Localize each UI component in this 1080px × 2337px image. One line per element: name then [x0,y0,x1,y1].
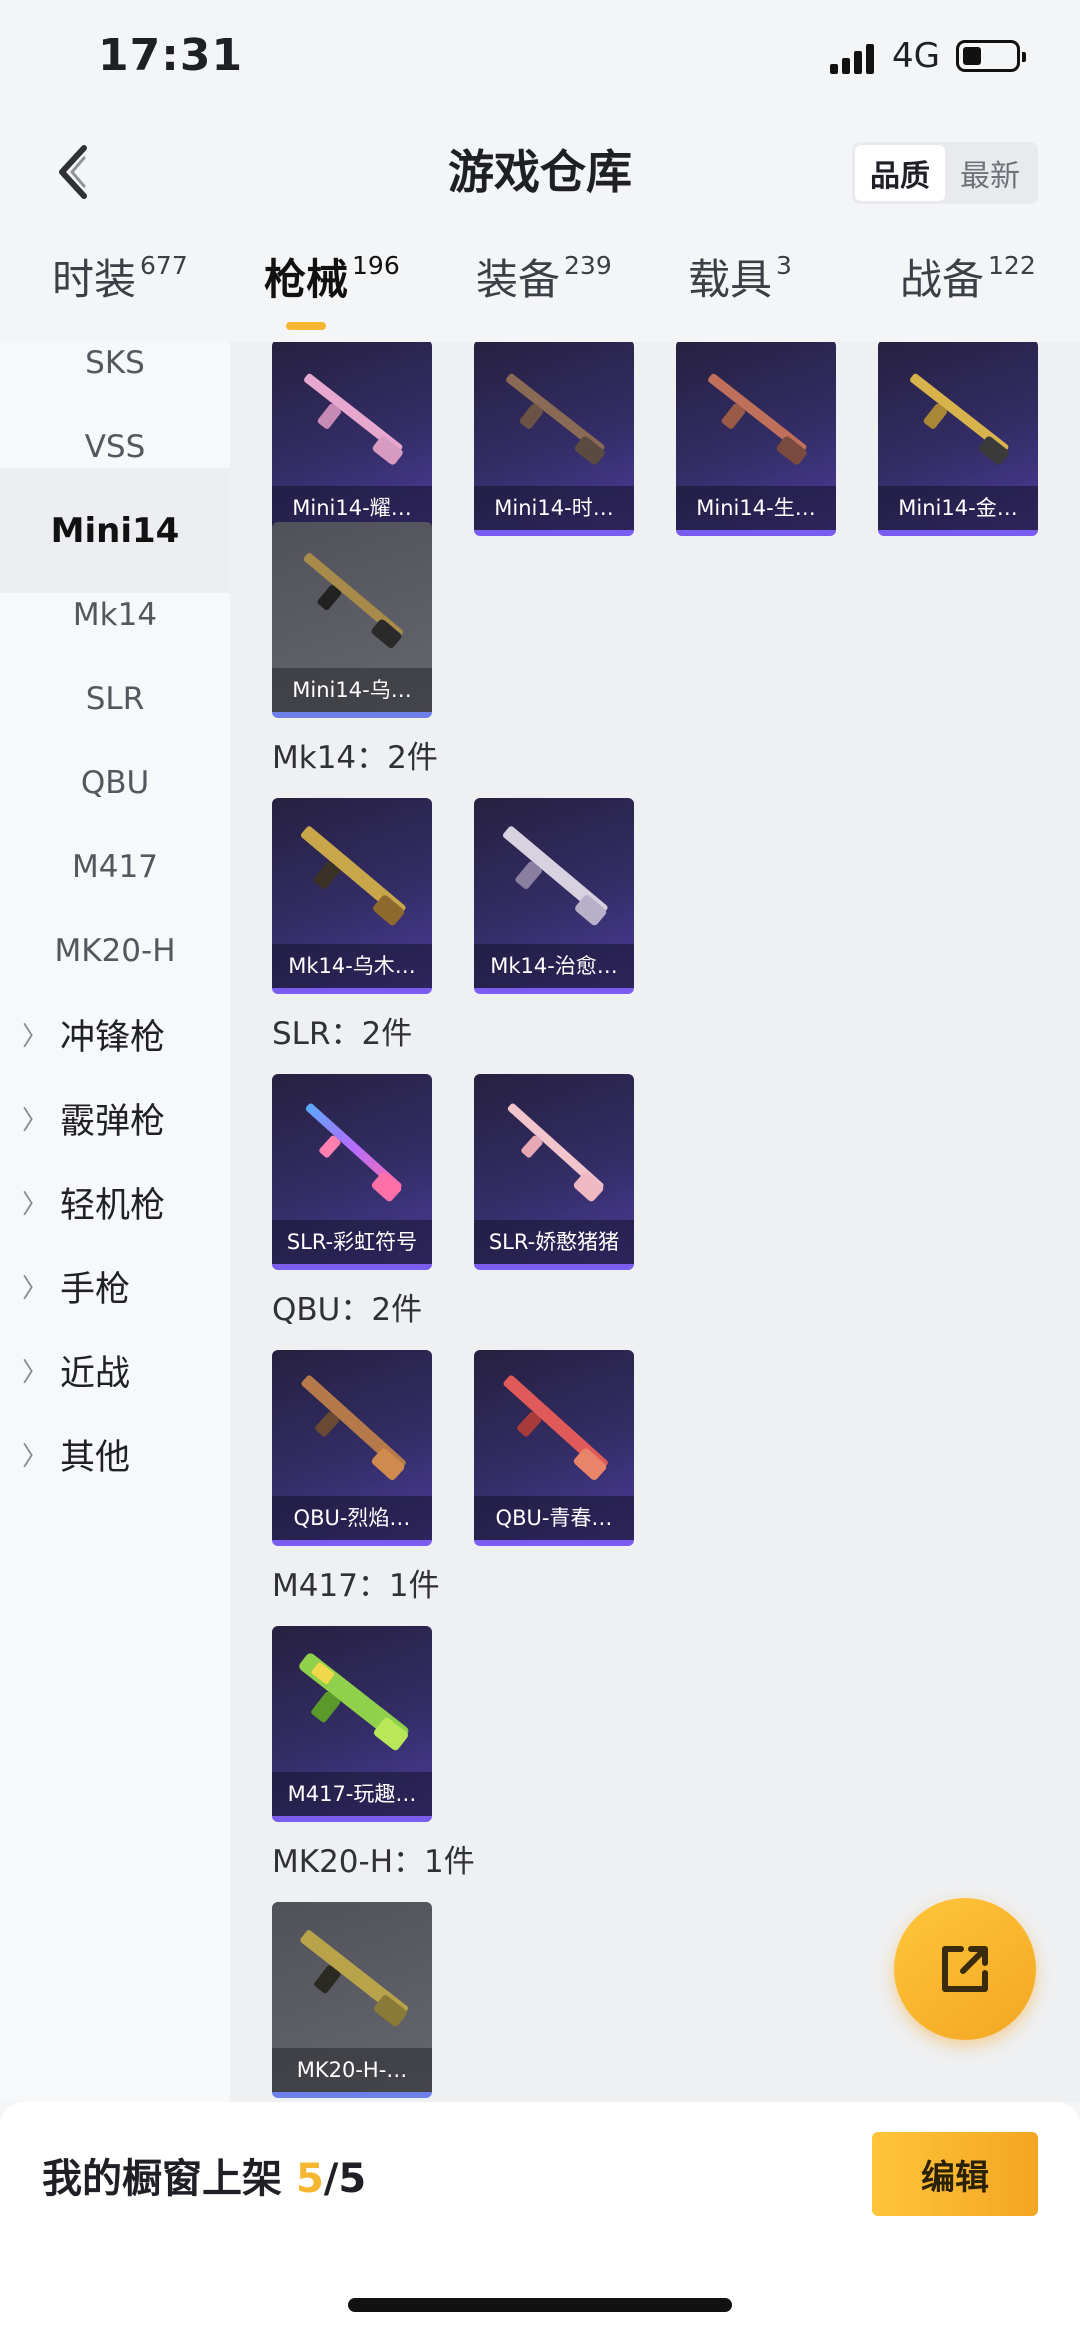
category-label: 手枪 [60,1270,131,1310]
rifle-icon [299,1653,409,1751]
chevron-right-icon: 〉 [22,1358,49,1388]
item-name: Mini14-乌… [272,668,432,712]
item-name: Mini14-时… [474,486,634,530]
tab-label: 载具 [688,255,773,304]
item-name: QBU-烈焰… [272,1496,432,1540]
chevron-right-icon: 〉 [22,1022,49,1052]
section-title: QBU：2件 [272,1292,423,1328]
item-name: Mini14-金… [878,486,1038,530]
tab-vehicles[interactable]: 载具 3 [688,250,792,310]
item-card[interactable]: Mini14-时… [474,342,634,536]
item-name: Mini14-生… [676,486,836,530]
tab-label: 装备 [476,255,561,304]
chevron-right-icon: 〉 [22,1106,49,1136]
rifle-icon [502,826,608,926]
tab-label: 时装 [52,255,137,304]
item-name: Mk14-治愈… [474,944,634,988]
item-card[interactable]: Mk14-治愈… [474,798,634,994]
tab-equipment[interactable]: 装备 239 [476,250,612,310]
sidebar: SKS VSS Mini14 Mk14 SLR QBU M417 MK20-H … [0,342,230,2102]
section-title: M417：1件 [272,1568,440,1604]
item-card[interactable]: Mini14-乌… [272,522,432,718]
chevron-right-icon: 〉 [22,1190,49,1220]
category-label: 冲锋枪 [60,1018,166,1058]
tab-supplies[interactable]: 战备 122 [900,250,1036,310]
tab-count: 239 [564,251,612,280]
item-name: Mk14-乌木… [272,944,432,988]
section-title: MK20-H：1件 [272,1844,475,1880]
home-indicator[interactable] [348,2298,732,2312]
rifle-icon [507,1103,604,1202]
shelf-current-count: 5 [295,2156,324,2202]
network-type: 4G [892,36,940,76]
category-label: 其他 [60,1438,131,1478]
item-card[interactable]: Mini14-金… [878,342,1038,536]
item-card[interactable]: M417-玩趣… [272,1626,432,1822]
active-tab-indicator [286,322,326,330]
rifle-icon [305,1103,402,1202]
item-card[interactable]: MK20-H-… [272,1902,432,2098]
sort-quality-option[interactable]: 品质 [855,145,945,201]
item-name: SLR-娇憨猪猪 [474,1220,634,1264]
rifle-icon [708,373,807,465]
item-card[interactable]: SLR-彩虹符号 [272,1074,432,1270]
shelf-total-count: /5 [323,2156,367,2202]
tab-count: 3 [776,251,792,280]
item-card[interactable]: SLR-娇憨猪猪 [474,1074,634,1270]
category-label: 霰弹枪 [60,1102,166,1142]
item-name: M417-玩趣… [272,1772,432,1816]
item-card[interactable]: Mini14-生… [676,342,836,536]
tab-count: 677 [140,251,188,280]
section-title: SLR：2件 [272,1016,413,1052]
rifle-icon [304,373,403,465]
shelf-label: 我的橱窗上架 [42,2156,296,2202]
chevron-right-icon: 〉 [22,1442,49,1472]
item-card[interactable]: Mk14-乌木… [272,798,432,994]
share-export-icon [942,1946,988,1992]
category-tabs: 时装 677 枪械 196 装备 239 载具 3 战备 122 [0,250,1080,342]
section-title: Mk14：2件 [272,740,438,776]
item-name: QBU-青春… [474,1496,634,1540]
sidebar-category-other[interactable]: 〉其他 [0,1392,230,1517]
rifle-icon [910,373,1009,465]
item-card[interactable]: Mini14-耀… [272,342,432,536]
sort-newest-option[interactable]: 最新 [945,145,1035,201]
rifle-icon [301,1375,406,1480]
rifle-icon [506,373,605,465]
sort-toggle: 品质 最新 [852,142,1038,204]
tab-count: 196 [352,251,400,280]
item-grid: Mini14-耀… Mini14-时… Mini14-生… Mini14-金… … [230,342,1080,2102]
item-card[interactable]: QBU-青春… [474,1350,634,1546]
tab-label: 战备 [900,255,985,304]
edit-button[interactable]: 编辑 [872,2132,1038,2216]
tab-count: 122 [988,251,1036,280]
category-label: 近战 [60,1354,131,1394]
shelf-status: 我的橱窗上架 5/5 [42,2146,366,2204]
signal-icon [830,44,874,74]
category-label: 轻机枪 [60,1186,166,1226]
rifle-icon [303,553,403,648]
rifle-icon [300,1930,408,2027]
status-time: 17:31 [98,30,244,81]
rifle-icon [300,826,406,926]
chevron-right-icon: 〉 [22,1274,49,1304]
item-name: SLR-彩虹符号 [272,1220,432,1264]
share-fab-button[interactable] [894,1898,1036,2040]
battery-icon [956,40,1026,72]
tab-label: 枪械 [264,255,349,304]
tab-fashion[interactable]: 时装 677 [52,250,188,310]
tab-guns[interactable]: 枪械 196 [264,250,400,310]
rifle-icon [503,1375,608,1480]
item-card[interactable]: QBU-烈焰… [272,1350,432,1546]
status-bar: 17:31 4G [0,0,1080,120]
item-name: MK20-H-… [272,2048,432,2092]
